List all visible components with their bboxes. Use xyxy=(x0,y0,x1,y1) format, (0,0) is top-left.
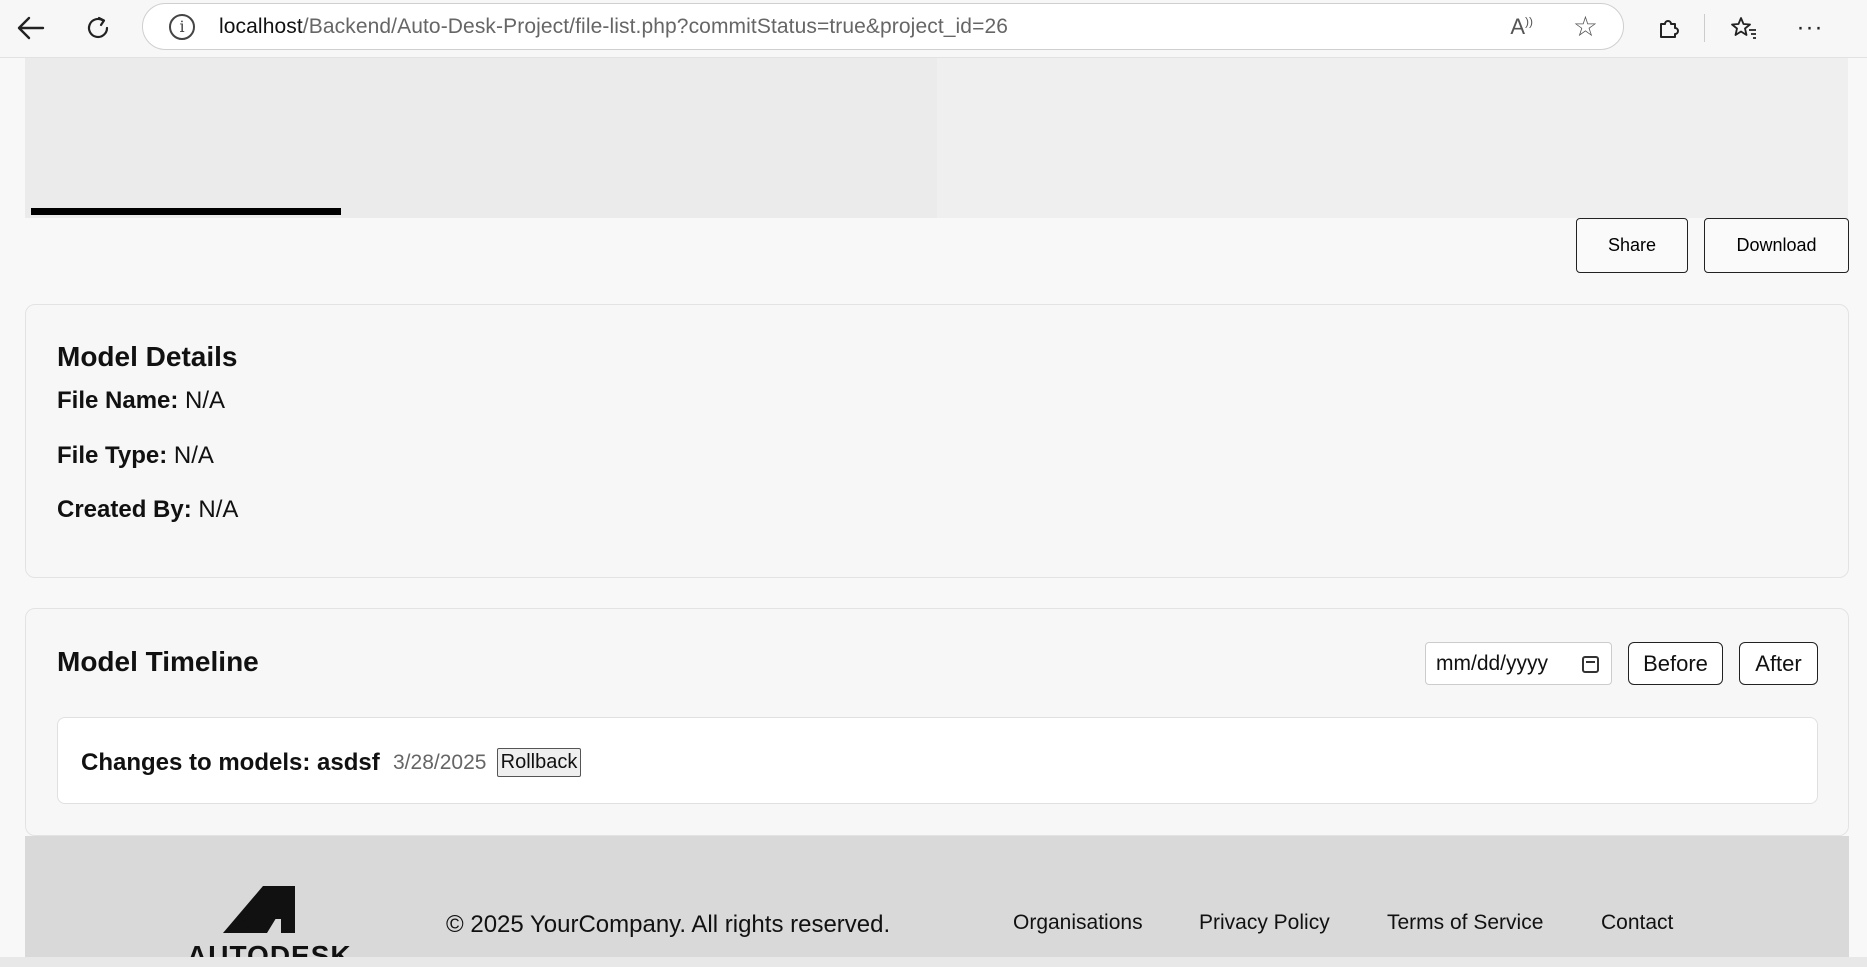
model-viewer[interactable] xyxy=(25,58,1848,218)
viewer-panel-left xyxy=(25,58,937,218)
calendar-icon[interactable] xyxy=(1582,656,1599,673)
after-button[interactable]: After xyxy=(1739,642,1818,685)
created-by-label: Created By: xyxy=(57,496,192,523)
created-by-row: Created By: N/A xyxy=(57,496,238,524)
download-button[interactable]: Download xyxy=(1704,218,1849,273)
timeline-entry-date: 3/28/2025 xyxy=(393,751,487,774)
info-icon[interactable]: i xyxy=(169,13,195,40)
browser-toolbar: i localhost/Backend/Auto-Desk-Project/fi… xyxy=(0,0,1867,58)
share-button[interactable]: Share xyxy=(1576,218,1688,273)
refresh-icon[interactable] xyxy=(76,8,120,48)
url-host: localhost xyxy=(219,14,303,38)
model-details-card: Model Details File Name: N/A File Type: … xyxy=(25,304,1849,578)
file-name-label: File Name: xyxy=(57,387,179,414)
file-type-label: File Type: xyxy=(57,442,168,469)
footer-link-terms-of-service[interactable]: Terms of Service xyxy=(1387,911,1543,935)
file-name-row: File Name: N/A xyxy=(57,387,225,415)
file-type-value: N/A xyxy=(173,442,214,469)
read-aloud-icon[interactable]: A)) xyxy=(1510,14,1533,40)
copyright-text: © 2025 YourCompany. All rights reserved. xyxy=(446,911,891,938)
autodesk-logo-mark xyxy=(223,886,295,933)
footer: AUTODESK © 2025 YourCompany. All rights … xyxy=(25,836,1849,967)
footer-link-contact[interactable]: Contact xyxy=(1601,911,1673,935)
before-button[interactable]: Before xyxy=(1628,642,1723,685)
model-timeline-title: Model Timeline xyxy=(57,646,259,677)
file-name-value: N/A xyxy=(185,387,226,414)
favorites-icon[interactable] xyxy=(1722,8,1766,48)
horizontal-scrollbar[interactable] xyxy=(0,957,1867,967)
timeline-entry: Changes to models: asdsf 3/28/2025 Rollb… xyxy=(57,717,1818,804)
timeline-entry-text: Changes to models: asdsf xyxy=(81,749,380,776)
url-path: /Backend/Auto-Desk-Project/file-list.php… xyxy=(302,14,1009,38)
date-placeholder: mm/dd/yyyy xyxy=(1436,651,1549,675)
back-arrow-icon[interactable] xyxy=(9,8,53,48)
rollback-button[interactable]: Rollback xyxy=(497,748,581,777)
address-bar[interactable]: i localhost/Backend/Auto-Desk-Project/fi… xyxy=(142,3,1624,50)
footer-link-organisations[interactable]: Organisations xyxy=(1013,911,1143,935)
file-type-row: File Type: N/A xyxy=(57,442,214,470)
model-details-title: Model Details xyxy=(57,341,238,372)
star-icon[interactable]: ☆ xyxy=(1573,10,1598,43)
url-text[interactable]: localhost/Backend/Auto-Desk-Project/file… xyxy=(219,15,1008,39)
extensions-icon[interactable] xyxy=(1646,8,1690,48)
more-icon[interactable]: ··· xyxy=(1788,8,1832,48)
toolbar-divider xyxy=(1704,14,1705,42)
created-by-value: N/A xyxy=(198,496,239,523)
loading-progress-bar xyxy=(31,208,341,215)
footer-link-privacy-policy[interactable]: Privacy Policy xyxy=(1199,911,1330,935)
timeline-date-input[interactable]: mm/dd/yyyy xyxy=(1425,642,1612,685)
